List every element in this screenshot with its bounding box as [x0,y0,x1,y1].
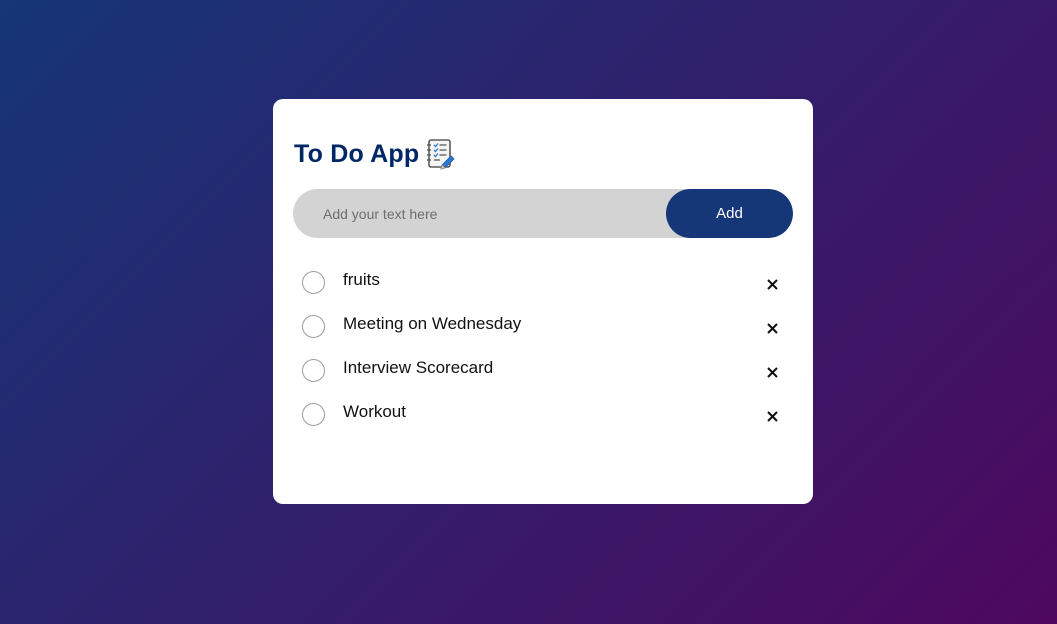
task-item[interactable]: Meeting on Wednesday [273,305,813,349]
task-item[interactable]: fruits [273,261,813,305]
close-icon[interactable] [761,405,783,427]
task-text: Meeting on Wednesday [343,314,522,333]
task-item[interactable]: Interview Scorecard [273,349,813,393]
notebook-checklist-icon [425,138,455,170]
todo-card: To Do App Add your text here Add fruits … [273,99,813,504]
task-item[interactable]: Workout [273,393,813,437]
task-text: Workout [343,402,406,421]
task-input[interactable] [323,189,653,238]
close-icon[interactable] [761,317,783,339]
circle-unchecked-icon[interactable] [302,403,325,426]
add-button[interactable]: Add [666,189,793,238]
circle-unchecked-icon[interactable] [302,271,325,294]
task-list: fruits Meeting on Wednesday Interview Sc… [273,261,813,437]
circle-unchecked-icon[interactable] [302,359,325,382]
app-title: To Do App [294,139,420,168]
circle-unchecked-icon[interactable] [302,315,325,338]
task-text: fruits [343,270,380,289]
close-icon[interactable] [761,361,783,383]
task-input-row: Add [293,189,793,238]
title-row: To Do App [294,137,455,171]
close-icon[interactable] [761,273,783,295]
task-text: Interview Scorecard [343,358,494,377]
